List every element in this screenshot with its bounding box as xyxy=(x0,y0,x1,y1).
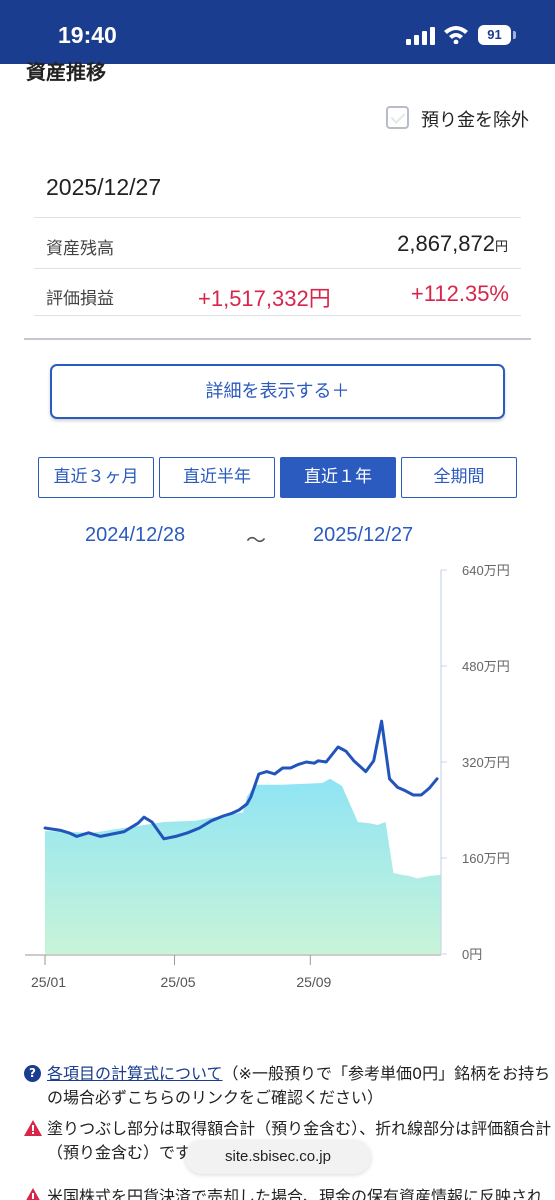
tab-3-months[interactable]: 直近３ヶ月 xyxy=(38,457,154,498)
tab-half-year[interactable]: 直近半年 xyxy=(159,457,275,498)
asset-chart: 640万円 480万円 320万円 160万円 0円 25/01 25/05 25/09 xyxy=(25,563,510,990)
y-tick-label: 320万円 xyxy=(462,755,510,770)
valuation-point xyxy=(388,778,391,780)
valuation-point xyxy=(163,838,165,840)
valuation-point xyxy=(345,750,347,752)
range-end-date[interactable]: 2025/12/27 xyxy=(313,524,413,547)
valuation-point xyxy=(281,767,284,769)
valuation-point xyxy=(353,760,355,762)
valuation-point xyxy=(305,761,308,763)
valuation-point xyxy=(372,760,375,762)
valuation-point xyxy=(123,830,125,833)
battery-level: 91 xyxy=(478,25,511,45)
y-tick-label: 640万円 xyxy=(462,563,510,578)
exclude-deposit-label: 預り金を除外 xyxy=(421,110,529,131)
cellular-signal-icon xyxy=(406,27,435,45)
range-separator: 〜 xyxy=(246,528,266,552)
valuation-point xyxy=(396,786,399,788)
exclude-deposit-checkbox[interactable] xyxy=(386,106,409,129)
valuation-point xyxy=(87,832,90,834)
valuation-point xyxy=(75,835,78,838)
summary-divider xyxy=(34,315,521,316)
valuation-point xyxy=(273,773,276,775)
valuation-point xyxy=(210,820,213,822)
valuation-point xyxy=(404,790,407,792)
valuation-point xyxy=(297,763,300,766)
valuation-point xyxy=(412,794,415,796)
valuation-point xyxy=(60,829,62,832)
valuation-point xyxy=(174,835,177,838)
valuation-point xyxy=(313,762,316,764)
valuation-point xyxy=(364,770,367,773)
valuation-point xyxy=(151,821,153,823)
valuation-point xyxy=(238,809,240,811)
valuation-point xyxy=(143,816,145,818)
help-icon: ? xyxy=(24,1065,41,1082)
valuation-point xyxy=(337,746,339,748)
y-tick-label: 160万円 xyxy=(462,851,510,866)
balance-label: 資産残高 xyxy=(46,239,114,259)
valuation-point xyxy=(258,773,260,775)
note-us-stock-text: 米国株式を円貨決済で売却した場合、現金の保有資産情報に反映されます。 xyxy=(47,1187,544,1200)
battery-icon: 91 xyxy=(478,25,516,45)
valuation-point xyxy=(230,812,232,815)
x-tick-label: 25/09 xyxy=(296,974,331,990)
valuation-point xyxy=(289,767,292,769)
tab-all-period[interactable]: 全期間 xyxy=(401,457,517,498)
valuation-point xyxy=(420,794,423,796)
status-bar: 19:40 91 xyxy=(0,0,555,64)
valuation-point xyxy=(317,760,320,762)
valuation-point xyxy=(99,835,102,838)
summary-divider xyxy=(34,268,521,269)
note-formula: ? 各項目の計算式について（※一般預りで「参考単価0円」銘柄をお持ちの場合必ずこ… xyxy=(24,1062,555,1112)
valuation-point xyxy=(380,720,383,722)
pl-rate: +112.35% xyxy=(410,281,509,306)
y-tick-label: 0円 xyxy=(462,947,482,962)
pl-label: 評価損益 xyxy=(46,289,114,309)
valuation-point xyxy=(198,827,201,829)
balance-value: 2,867,872円 xyxy=(397,231,508,257)
valuation-point xyxy=(325,761,327,763)
tab-1-year[interactable]: 直近１年 xyxy=(280,457,396,498)
valuation-point xyxy=(361,767,363,769)
acquisition-area xyxy=(45,778,441,954)
valuation-point xyxy=(137,822,139,824)
period-tabs: 直近３ヶ月 直近半年 直近１年 全期間 xyxy=(38,457,518,498)
warning-icon xyxy=(24,1120,42,1136)
valuation-point xyxy=(265,770,268,773)
balance-unit: 円 xyxy=(494,239,508,254)
x-tick-label: 25/05 xyxy=(160,974,195,990)
wifi-icon xyxy=(444,26,468,44)
valuation-point xyxy=(131,826,133,828)
range-start-date[interactable]: 2024/12/28 xyxy=(85,524,185,547)
valuation-point xyxy=(428,787,430,790)
section-divider xyxy=(24,338,531,340)
valuation-point xyxy=(67,832,70,834)
pl-value: +1,517,332円 xyxy=(198,286,331,311)
valuation-point xyxy=(186,832,189,834)
valuation-point xyxy=(250,796,252,798)
summary-divider xyxy=(34,217,521,218)
valuation-point xyxy=(222,815,224,817)
valuation-point xyxy=(246,803,248,805)
note-formula-text: 各項目の計算式について（※一般預りで「参考単価0円」銘柄をお持ちの場合必ずこちら… xyxy=(47,1062,555,1110)
valuation-point xyxy=(436,778,438,780)
warning-icon xyxy=(26,1188,40,1200)
summary-date: 2025/12/27 xyxy=(46,174,162,200)
valuation-point xyxy=(44,827,46,829)
formula-link[interactable]: 各項目の計算式について xyxy=(47,1064,223,1083)
y-tick-label: 480万円 xyxy=(462,659,510,674)
status-time: 19:40 xyxy=(58,22,117,48)
section-title: 資産推移 xyxy=(26,60,106,84)
balance-amount: 2,867,872 xyxy=(397,231,495,256)
browser-url-pill[interactable]: site.sbisec.co.jp xyxy=(185,1140,371,1174)
show-details-button[interactable]: 詳細を表示する＋ xyxy=(50,364,505,419)
x-tick-label: 25/01 xyxy=(31,974,66,990)
note-us-stock: 米国株式を円貨決済で売却した場合、現金の保有資産情報に反映されます。 xyxy=(24,1185,555,1200)
valuation-point xyxy=(111,833,114,835)
